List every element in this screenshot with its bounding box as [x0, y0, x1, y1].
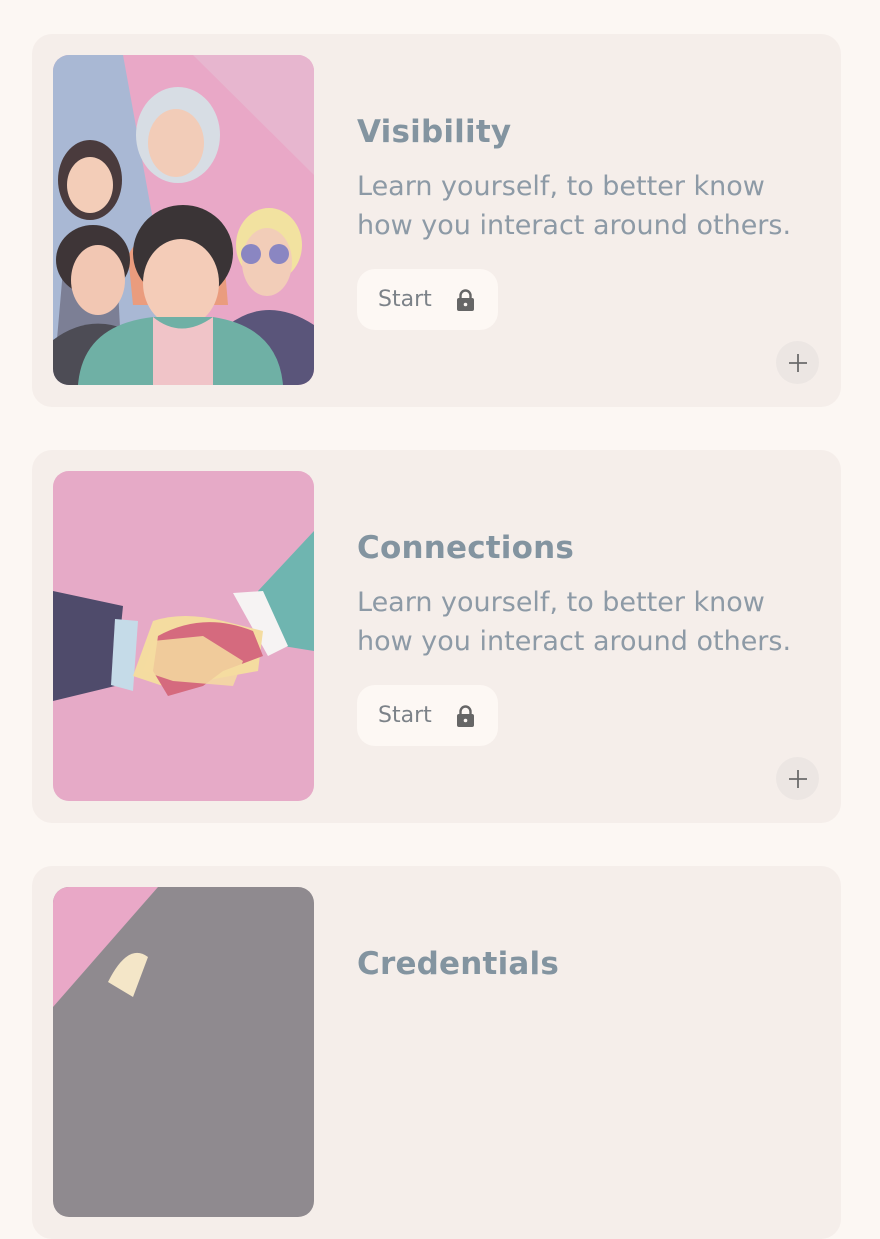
credentials-illustration [53, 887, 314, 1217]
course-card-connections[interactable]: Connections Learn yourself, to better kn… [32, 450, 841, 823]
lock-icon [457, 705, 474, 727]
connections-illustration [53, 471, 314, 801]
start-button[interactable]: Start [357, 269, 498, 330]
lock-icon [457, 289, 474, 311]
card-title: Connections [357, 530, 575, 566]
plus-icon [788, 353, 807, 372]
start-button[interactable]: Start [357, 685, 498, 746]
visibility-illustration [53, 55, 314, 385]
card-description: Learn yourself, to better know how you i… [357, 171, 792, 241]
course-card-credentials[interactable]: Credentials [32, 866, 841, 1239]
start-button-label: Start [378, 703, 432, 728]
card-title: Credentials [357, 946, 559, 982]
start-button-label: Start [378, 287, 432, 312]
card-title: Visibility [357, 114, 512, 150]
card-description: Learn yourself, to better know how you i… [357, 587, 792, 657]
add-button[interactable] [776, 341, 819, 384]
course-card-visibility[interactable]: Visibility Learn yourself, to better kno… [32, 34, 841, 407]
plus-icon [788, 769, 807, 788]
add-button[interactable] [776, 757, 819, 800]
